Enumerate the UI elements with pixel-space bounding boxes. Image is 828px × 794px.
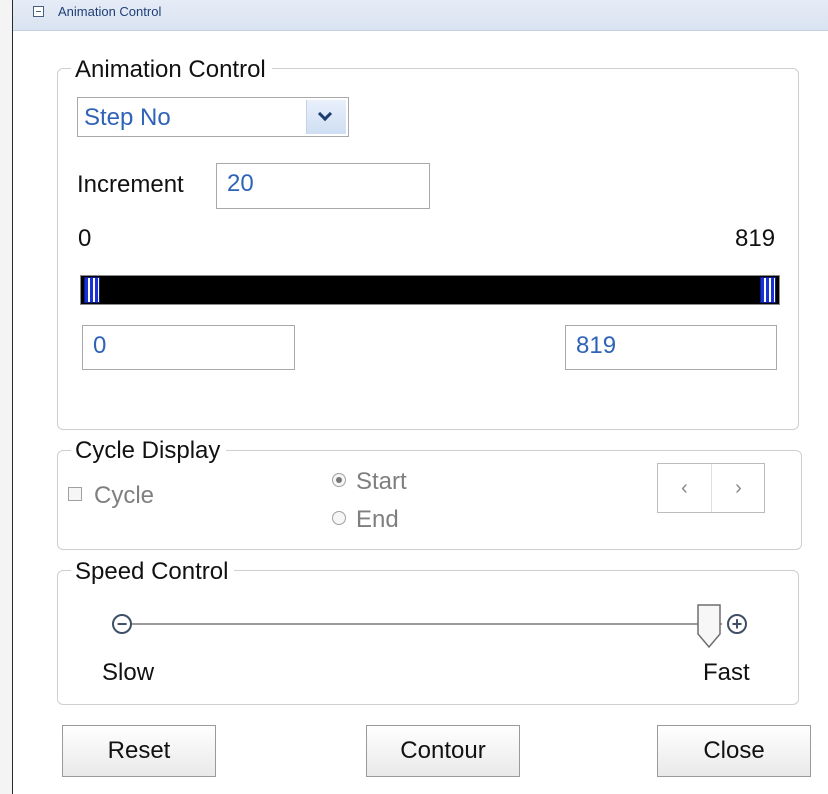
chevron-right-icon: › [735,477,742,499]
cycle-display-legend: Cycle Display [71,437,227,465]
dropdown-button[interactable] [306,100,346,134]
chevron-left-icon: ‹ [681,477,688,499]
start-radio[interactable] [332,473,346,487]
speed-control-group [57,570,799,705]
increase-speed-icon[interactable]: + [727,614,747,634]
window-title: Animation Control [58,4,162,19]
speed-slider-track[interactable] [132,623,722,625]
window-left-border [0,0,13,794]
animation-control-window: Animation Control Animation Control Step… [0,0,828,794]
close-button[interactable]: Close [657,725,811,777]
step-range-slider[interactable] [80,275,780,305]
range-max-label: 819 [735,225,776,252]
end-label: End [356,506,399,533]
collapse-icon[interactable] [33,6,44,17]
fast-label: Fast [703,659,750,686]
range-end-handle[interactable] [760,277,776,303]
animation-control-legend: Animation Control [71,56,272,84]
cycle-nav: ‹ › [657,463,765,513]
range-start-handle[interactable] [84,277,100,303]
increment-input[interactable]: 20 [216,163,430,209]
cycle-label: Cycle [94,482,155,509]
range-min-label: 0 [78,225,92,252]
reset-button[interactable]: Reset [62,725,216,777]
range-end-input[interactable]: 819 [565,325,777,370]
start-label: Start [356,468,407,495]
speed-slider-thumb[interactable] [697,604,721,648]
increment-label: Increment [77,171,184,198]
range-start-input[interactable]: 0 [82,325,295,370]
slow-label: Slow [102,659,155,686]
prev-button[interactable]: ‹ [658,464,712,512]
speed-control-legend: Speed Control [71,558,235,586]
end-radio[interactable] [332,511,346,525]
cycle-checkbox[interactable] [68,487,82,501]
contour-button[interactable]: Contour [366,725,520,777]
next-button[interactable]: › [712,464,765,512]
title-bar: Animation Control [13,0,828,31]
mode-select[interactable]: Step No [77,97,349,137]
mode-select-value: Step No [84,104,171,131]
chevron-down-icon [317,106,333,122]
decrease-speed-icon[interactable]: − [112,614,132,634]
